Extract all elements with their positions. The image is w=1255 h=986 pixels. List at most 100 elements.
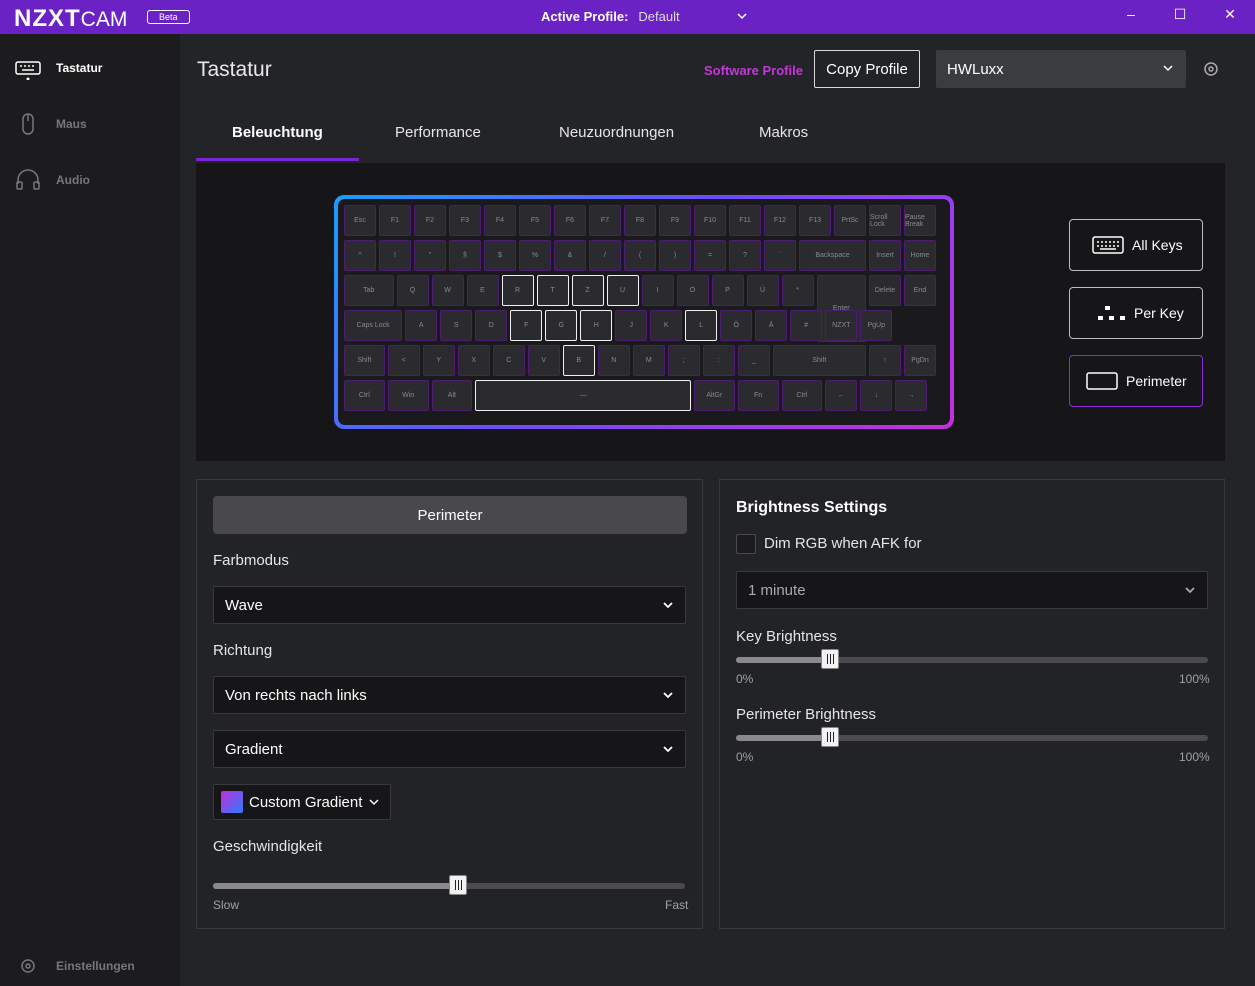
key[interactable]: PgDn [904,345,936,376]
copy-profile-button[interactable]: Copy Profile [814,50,920,88]
key[interactable]: ( [624,240,656,271]
color-mode-dropdown[interactable]: Wave [213,586,686,624]
key[interactable]: % [519,240,551,271]
key-brightness-slider[interactable] [736,649,1208,669]
key[interactable]: C [492,345,525,376]
key[interactable]: Scroll Lock [869,205,901,236]
key[interactable]: U [606,275,639,306]
key[interactable]: — [475,380,691,411]
key[interactable]: NZXT [825,310,858,341]
key[interactable]: ` [764,240,796,271]
keyboard-perimeter[interactable]: Esc F1 F2 F3 F4 F5 F6 F7 F8 F9 F10 F11 F12 F13 PrtSc Sc… [334,195,954,429]
all-keys-button[interactable]: All Keys [1069,219,1203,271]
key[interactable]: # [790,310,823,341]
key[interactable]: AltGr [694,380,735,411]
key[interactable]: Ä [755,310,788,341]
key[interactable]: = [694,240,726,271]
key[interactable]: Esc [344,205,376,236]
key[interactable]: " [414,240,446,271]
custom-gradient-button[interactable]: Custom Gradient [213,784,391,820]
key[interactable]: / [589,240,621,271]
minimize-button[interactable]: – [1121,6,1141,26]
key[interactable]: F13 [799,205,831,236]
key[interactable]: ? [729,240,761,271]
sidebar-item-einstellungen[interactable]: Einstellungen [14,954,135,978]
key[interactable]: ↓ [860,380,893,411]
key[interactable]: Insert [869,240,901,271]
key[interactable]: F8 [624,205,656,236]
dim-afk-checkbox[interactable] [736,534,756,554]
direction-dropdown[interactable]: Von rechts nach links [213,676,686,714]
sidebar-item-maus[interactable]: Maus [14,112,87,136]
key[interactable]: V [527,345,560,376]
chevron-down-icon[interactable] [736,10,748,22]
sidebar-item-audio[interactable]: Audio [14,168,90,192]
key[interactable]: : [702,345,735,376]
gear-icon[interactable] [1202,60,1220,78]
key[interactable]: F5 [519,205,551,236]
key[interactable]: I [641,275,674,306]
perimeter-brightness-thumb[interactable] [821,727,839,747]
key[interactable]: Tab [344,275,394,306]
key[interactable]: ! [379,240,411,271]
key[interactable]: S [440,310,473,341]
key[interactable]: F [510,310,543,341]
key[interactable]: F7 [589,205,621,236]
key[interactable]: Pause Break [904,205,936,236]
key[interactable]: Backspace [799,240,866,271]
sidebar-item-tastatur[interactable]: Tastatur [14,56,102,80]
key[interactable]: Ctrl [781,380,823,411]
key-brightness-thumb[interactable] [821,649,839,669]
key[interactable]: Ü [746,275,779,306]
key[interactable]: PrtSc [834,205,866,236]
key[interactable]: Y [422,345,455,376]
key[interactable]: & [554,240,586,271]
key[interactable]: P [711,275,744,306]
key[interactable]: O [676,275,709,306]
afk-time-dropdown[interactable]: 1 minute [736,571,1208,609]
key[interactable]: N [597,345,630,376]
key[interactable]: Delete [869,275,901,306]
per-key-button[interactable]: Per Key [1069,287,1203,339]
key[interactable]: J [615,310,648,341]
key[interactable]: G [545,310,578,341]
key[interactable]: M [632,345,665,376]
key[interactable]: W [431,275,464,306]
key[interactable]: End [904,275,936,306]
key[interactable]: Home [904,240,936,271]
key[interactable]: _ [737,345,770,376]
close-button[interactable]: ✕ [1220,6,1240,26]
software-profile-link[interactable]: Software Profile [704,63,803,78]
key[interactable]: * [781,275,814,306]
key[interactable]: F12 [764,205,796,236]
key[interactable]: ← [825,380,858,411]
tab-performance[interactable]: Performance [395,124,481,141]
key[interactable]: T [536,275,569,306]
tab-makros[interactable]: Makros [759,124,808,141]
key[interactable]: → [895,380,928,411]
key[interactable]: K [650,310,683,341]
key[interactable]: Caps Lock [344,310,403,341]
key[interactable]: L [685,310,718,341]
key[interactable]: B [562,345,595,376]
profile-select[interactable]: HWLuxx [936,50,1186,88]
key[interactable]: Q [396,275,429,306]
key[interactable]: $ [484,240,516,271]
key[interactable]: X [457,345,490,376]
key[interactable]: F11 [729,205,761,236]
speed-slider[interactable] [213,875,685,895]
speed-slider-thumb[interactable] [449,875,467,895]
key[interactable]: Shift [772,345,866,376]
perimeter-segment-button[interactable]: Perimeter [213,496,687,534]
key[interactable]: ; [667,345,700,376]
key[interactable]: ) [659,240,691,271]
key[interactable]: R [501,275,534,306]
key[interactable]: A [405,310,438,341]
key[interactable]: Alt [431,380,473,411]
key[interactable]: H [580,310,613,341]
key[interactable]: § [449,240,481,271]
key[interactable]: ↑ [869,345,901,376]
key[interactable]: ^ [344,240,376,271]
tab-neuzuordnungen[interactable]: Neuzuordnungen [559,124,674,141]
key[interactable]: F3 [449,205,481,236]
